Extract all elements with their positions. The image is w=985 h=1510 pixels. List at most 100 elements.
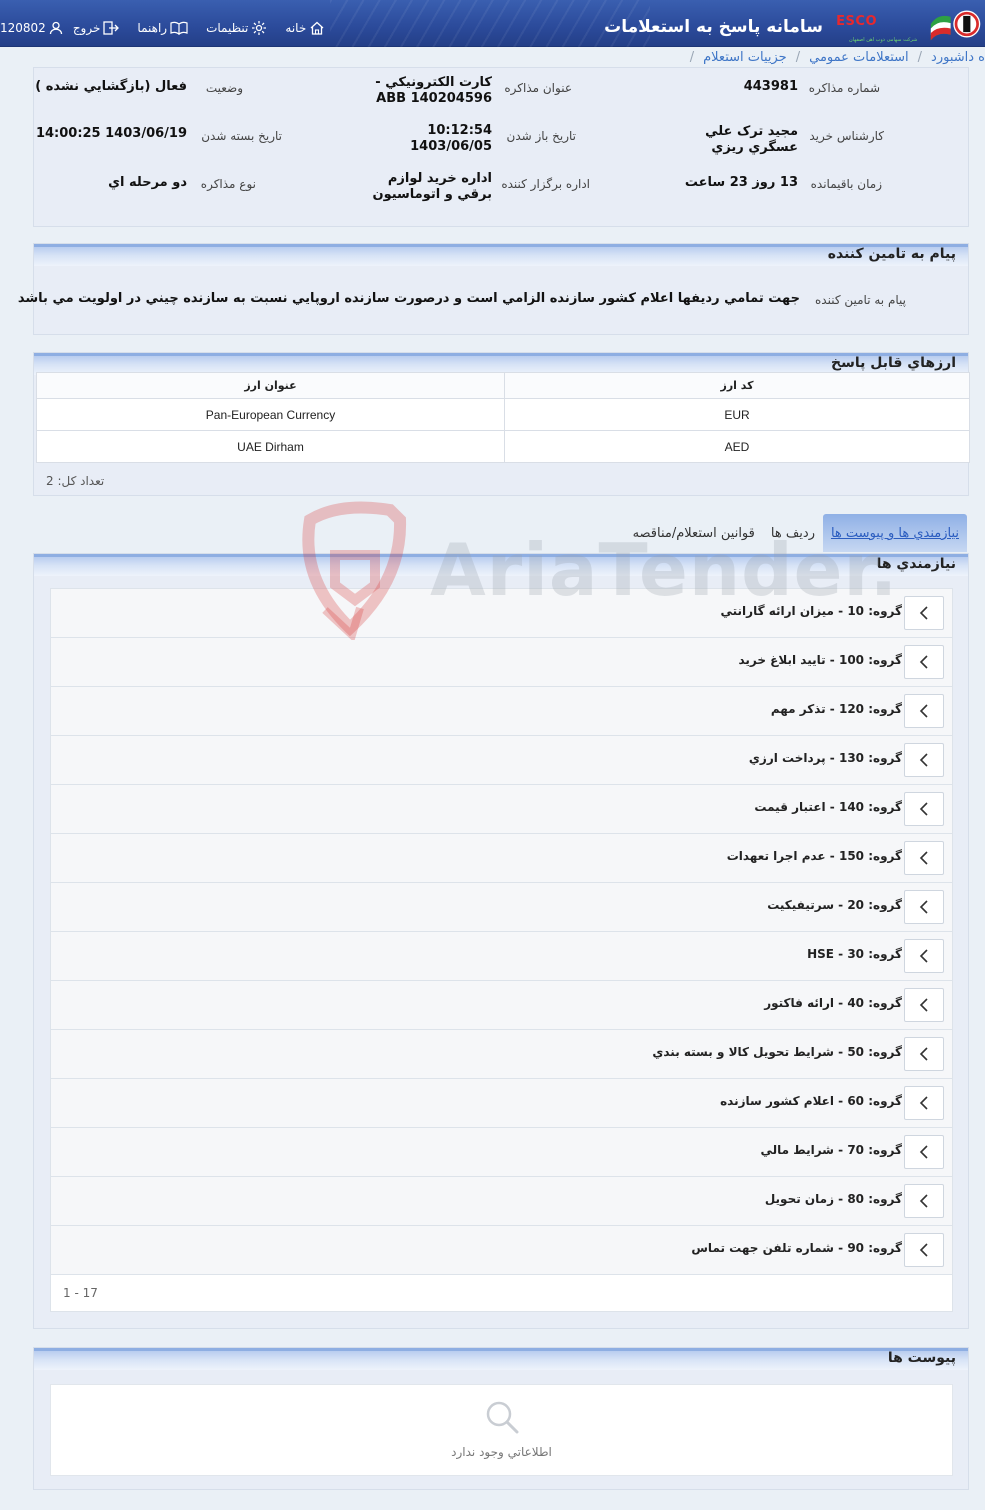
group-row[interactable]: گروه: 10 - ميزان ارائه گارانتي: [51, 589, 952, 638]
inquiry-details-panel: شماره مذاکره 443981 کارشناس خريد مجيد تر…: [33, 67, 969, 227]
col-header-code[interactable]: کد ارز: [504, 372, 970, 399]
group-row[interactable]: گروه: 100 - تاييد ابلاغ خريد: [51, 638, 952, 687]
chevron-left-icon: [919, 606, 928, 620]
settings-link[interactable]: تنظیمات: [206, 20, 267, 36]
group-row[interactable]: گروه: 70 - شرايط مالي: [51, 1128, 952, 1177]
user-icon: [49, 21, 62, 35]
expand-group-button[interactable]: [904, 1037, 944, 1071]
status-label: وضعيت: [205, 81, 243, 95]
close-date-value: 1403/06/19 14:00:25: [35, 126, 187, 141]
top-header-bar: 120802 خروج راهنما تنظیمات خانه سامانه پ…: [0, 0, 985, 47]
group-label: گروه: 30 - HSE: [807, 947, 902, 961]
inquiry-number-value: 443981: [743, 79, 798, 94]
group-row[interactable]: گروه: 60 - اعلام کشور سازنده: [51, 1079, 952, 1128]
table-row[interactable]: UAE Dirham AED: [36, 430, 970, 463]
user-id: 120802: [0, 21, 46, 35]
type-value: دو مرحله اي: [108, 175, 187, 190]
logout-label: خروج: [72, 21, 101, 35]
brand-name: ESCO: [836, 14, 877, 29]
currency-name-cell: Pan-European Currency: [36, 398, 505, 431]
breadcrumb-separator: /: [917, 49, 923, 65]
group-row[interactable]: گروه: 80 - زمان تحويل: [51, 1177, 952, 1226]
table-row[interactable]: Pan-European Currency EUR: [36, 398, 970, 431]
chevron-left-icon: [919, 949, 928, 963]
chevron-left-icon: [919, 655, 928, 669]
expand-group-button[interactable]: [904, 841, 944, 875]
title-label: عنوان مذاکره: [504, 81, 572, 95]
group-row[interactable]: گروه: 30 - HSE: [51, 932, 952, 981]
help-link[interactable]: راهنما: [137, 21, 188, 35]
expand-group-button[interactable]: [904, 939, 944, 973]
currencies-panel: ارزهاي قابل پاسخ عنوان ارز کد ارز Pan-Eu…: [33, 352, 970, 496]
top-menu: 120802 خروج راهنما تنظیمات خانه: [0, 18, 343, 38]
type-label: نوع مذاکره: [200, 177, 256, 191]
organizer-value: اداره خريد لوازم برقي و اتوماسيون: [372, 171, 492, 202]
expand-group-button[interactable]: [904, 1233, 944, 1267]
home-link[interactable]: خانه: [285, 21, 325, 35]
chevron-left-icon: [919, 1243, 928, 1257]
group-label: گروه: 130 - پرداخت ارزي: [748, 751, 902, 765]
section-header: نيازمندي ها: [34, 554, 968, 576]
chevron-left-icon: [919, 753, 928, 767]
remaining-time-value: 13 روز 23 ساعت: [684, 175, 798, 190]
organizer-label: اداره برگزار کننده: [501, 177, 590, 191]
col-header-name[interactable]: عنوان ارز: [36, 372, 505, 399]
group-list: گروه: 10 - ميزان ارائه گارانتي گروه: 100 …: [50, 588, 953, 1312]
section-title: نيازمندي ها: [876, 556, 956, 572]
total-count: تعداد کل: 2: [46, 474, 105, 488]
group-row[interactable]: گروه: 150 - عدم اجرا تعهدات: [51, 834, 952, 883]
expand-group-button[interactable]: [904, 890, 944, 924]
group-label: گروه: 120 - تذکر مهم: [770, 702, 902, 716]
open-date-label: تاريخ باز شدن: [506, 129, 576, 143]
expand-group-button[interactable]: [904, 694, 944, 728]
group-row[interactable]: گروه: 20 - سرتيفيکيت: [51, 883, 952, 932]
section-title: ارزهاي قابل پاسخ: [830, 355, 956, 371]
pagination-info: 1 - 17: [51, 1275, 952, 1311]
group-label: گروه: 50 - شرايط تحويل کالا و بسته بندي: [652, 1045, 902, 1059]
breadcrumb-public-inquiries[interactable]: استعلامات عمومي: [809, 50, 909, 65]
group-label: گروه: 60 - اعلام کشور سازنده: [720, 1094, 902, 1108]
title-value: کارت الکترونيکي -ABB 140204596: [375, 75, 492, 106]
user-menu[interactable]: 120802: [0, 21, 63, 35]
group-row[interactable]: گروه: 40 - ارائه فاکتور: [51, 981, 952, 1030]
empty-state: اطلاعاتي وجود ندارد: [50, 1384, 953, 1476]
expand-group-button[interactable]: [904, 792, 944, 826]
expand-group-button[interactable]: [904, 596, 944, 630]
chevron-left-icon: [919, 1145, 928, 1159]
group-row[interactable]: گروه: 120 - تذکر مهم: [51, 687, 952, 736]
group-row[interactable]: گروه: 140 - اعتبار قيمت: [51, 785, 952, 834]
expand-group-button[interactable]: [904, 1086, 944, 1120]
breadcrumb-separator: /: [689, 49, 695, 65]
chevron-left-icon: [919, 851, 928, 865]
group-row[interactable]: گروه: 50 - شرايط تحويل کالا و بسته بندي: [51, 1030, 952, 1079]
tab-rules[interactable]: قوانين استعلام/مناقصه: [625, 514, 763, 552]
status-value: فعال (بازگشايي نشده ): [35, 79, 187, 94]
currencies-table: عنوان ارز کد ارز Pan-European Currency E…: [36, 372, 970, 463]
group-row[interactable]: گروه: 90 - شماره تلفن جهت تماس: [51, 1226, 952, 1275]
section-header: پيوست ها: [34, 1348, 968, 1370]
breadcrumb-dashboard[interactable]: ه داشبورد: [931, 50, 985, 65]
requirements-panel: نيازمندي ها گروه: 10 - ميزان ارائه گاران…: [33, 553, 969, 1329]
currency-name-cell: UAE Dirham: [36, 430, 505, 463]
tab-rows[interactable]: رديف ها: [763, 514, 823, 552]
chevron-left-icon: [919, 900, 928, 914]
expand-group-button[interactable]: [904, 645, 944, 679]
expand-group-button[interactable]: [904, 743, 944, 777]
expand-group-button[interactable]: [904, 988, 944, 1022]
home-label: خانه: [285, 21, 307, 35]
group-label: گروه: 70 - شرايط مالي: [760, 1143, 902, 1157]
inquiry-number-label: شماره مذاکره: [808, 81, 880, 95]
settings-label: تنظیمات: [206, 21, 249, 35]
expand-group-button[interactable]: [904, 1135, 944, 1169]
search-icon: [486, 1401, 519, 1434]
breadcrumb-inquiry-details[interactable]: جزييات استعلام: [703, 50, 787, 65]
expand-group-button[interactable]: [904, 1184, 944, 1218]
book-icon: [170, 21, 188, 35]
group-label: گروه: 10 - ميزان ارائه گارانتي: [720, 604, 902, 618]
tab-requirements-attachments[interactable]: نيازمندي ها و پيوست ها: [822, 514, 967, 552]
group-label: گروه: 140 - اعتبار قيمت: [754, 800, 902, 814]
logout-link[interactable]: خروج: [73, 21, 120, 35]
group-row[interactable]: گروه: 130 - پرداخت ارزي: [51, 736, 952, 785]
group-label: گروه: 20 - سرتيفيکيت: [767, 898, 902, 912]
brand-subtitle: شرکت سهامی ذوب آهن اصفهان: [849, 37, 918, 43]
